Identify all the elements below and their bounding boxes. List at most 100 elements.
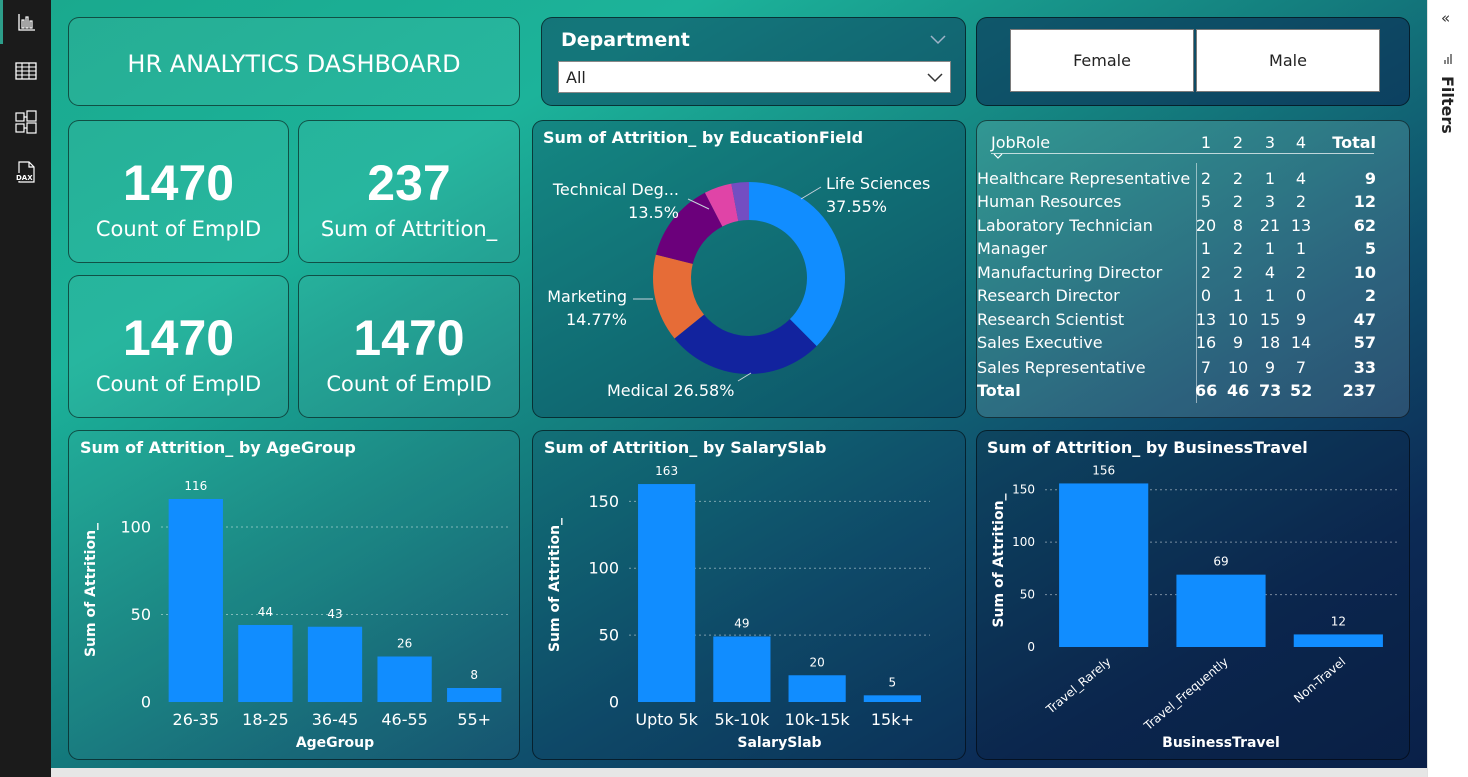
matrix-cell: 1 (1264, 286, 1276, 305)
matrix-cell: 2 (1295, 263, 1307, 282)
total-cell: 73 (1259, 381, 1282, 400)
total-column-header: Total (1332, 133, 1376, 152)
agegroup-chart-card[interactable]: Sum of Attrition_ by AgeGroup 0 50 100 116 2… (68, 430, 520, 760)
total-cell: 46 (1227, 381, 1250, 400)
matrix-cell: 4 (1295, 169, 1307, 188)
bar (447, 688, 502, 702)
matrix-cell: 0 (1200, 286, 1212, 305)
bar-data-label: 20 (809, 655, 824, 669)
bar-data-label: 69 (1213, 555, 1228, 569)
female-button[interactable]: Female (1010, 29, 1194, 92)
jobrole-row-label: Sales Representative (977, 358, 1146, 377)
sort-arrow-icon (993, 153, 1003, 159)
jobrole-matrix[interactable]: JobRole 1 2 3 4 Total Healthcare Representati… (976, 120, 1410, 418)
jobrole-row-label: Research Director (977, 286, 1120, 305)
dashboard-title: HR ANALYTICS DASHBOARD (127, 50, 461, 78)
x-tick-label: 36-45 (312, 710, 359, 729)
businesstravel-chart-card[interactable]: Sum of Attrition_ by BusinessTravel 0 50 1… (976, 430, 1410, 760)
jobrole-row-label: Manufacturing Director (977, 263, 1163, 282)
matrix-cell: 2 (1295, 192, 1307, 211)
salaryslab-bar-chart[interactable]: 0 50 100 150 163 Upto 5k 49 5k-10k 20 10k-15k 5 15k… (533, 431, 967, 761)
salaryslab-chart-card[interactable]: Sum of Attrition_ by SalarySlab 0 50 100 15… (532, 430, 966, 760)
bar-data-label: 44 (258, 605, 273, 619)
app-window: DAX HR ANALYTICS DASHBOARD Department Al… (0, 0, 1468, 777)
bar (863, 695, 921, 702)
x-tick-label: 5k-10k (714, 710, 770, 729)
kpi-value: 1470 (353, 310, 465, 366)
report-view-icon[interactable] (0, 0, 51, 44)
kpi-label: Count of EmpID (95, 372, 262, 396)
y-tick-label: 100 (120, 517, 151, 536)
donut-leader-line (737, 372, 752, 382)
dax-query-view-icon[interactable]: DAX (0, 150, 51, 194)
businesstravel-bar-chart[interactable]: 0 50 100 150 156 Travel_Rarely 69 Travel_Freque… (977, 431, 1411, 761)
total-row-label: Total (977, 381, 1021, 400)
row-total: 10 (1353, 263, 1376, 282)
bar (307, 626, 363, 702)
x-tick-label: 15k+ (871, 710, 914, 729)
matrix-cell: 4 (1264, 263, 1276, 282)
department-label: Department (561, 29, 690, 51)
y-axis-title: Sum of Attrition_ (547, 518, 563, 652)
chevron-down-icon[interactable] (929, 33, 947, 45)
matrix-cell: 13 (1290, 216, 1312, 235)
filters-pane[interactable]: « Filters (1427, 0, 1468, 777)
column-header: 4 (1295, 133, 1307, 152)
bar (713, 636, 771, 702)
y-tick-label: 50 (131, 605, 151, 624)
bar (1176, 574, 1266, 647)
svg-text:DAX: DAX (16, 174, 33, 182)
matrix-cell: 21 (1259, 216, 1281, 235)
jobrole-header[interactable]: JobRole (991, 132, 1050, 154)
department-slicer: Department All (541, 17, 966, 106)
matrix-cell: 0 (1295, 286, 1307, 305)
department-dropdown[interactable]: All (558, 61, 951, 93)
x-tick-label: Non-Travel (1291, 655, 1348, 706)
matrix-cell: 2 (1232, 192, 1244, 211)
bottom-scrollbar[interactable] (51, 768, 1427, 777)
kpi-card-emp-count-3: 1470 Count of EmpID (298, 275, 520, 418)
bar-data-label: 5 (889, 675, 897, 689)
matrix-cell: 10 (1227, 358, 1249, 377)
x-tick-label: 10k-15k (785, 710, 851, 729)
education-donut-card[interactable]: Sum of Attrition_ by EducationField Life… (532, 120, 966, 418)
matrix-cell: 1 (1264, 239, 1276, 258)
table-view-icon[interactable] (0, 49, 51, 93)
model-view-icon[interactable] (0, 100, 51, 144)
x-axis-title: BusinessTravel (1162, 735, 1280, 751)
bar-data-label: 116 (184, 479, 207, 493)
matrix-cell: 5 (1200, 192, 1212, 211)
collapse-icon[interactable]: « (1441, 9, 1450, 27)
filter-funnel-icon (1444, 54, 1452, 64)
x-tick-label: 55+ (457, 710, 491, 729)
bar (1293, 634, 1383, 647)
row-total: 2 (1364, 286, 1376, 305)
y-tick-label: 100 (1012, 535, 1035, 549)
total-cell: 66 (1195, 381, 1218, 400)
x-tick-label: 46-55 (381, 710, 428, 729)
y-tick-label: 50 (1020, 588, 1035, 602)
matrix-cell: 14 (1290, 333, 1312, 352)
bar (1059, 483, 1149, 647)
kpi-value: 237 (367, 155, 451, 211)
jobrole-row-label: Laboratory Technician (977, 216, 1153, 235)
y-axis-title: Sum of Attrition_ (83, 523, 99, 657)
jobrole-row-label: Sales Executive (977, 333, 1103, 352)
title-card: HR ANALYTICS DASHBOARD (68, 17, 520, 106)
bar-data-label: 26 (397, 637, 412, 651)
bar (377, 656, 432, 702)
matrix-cell: 7 (1295, 358, 1307, 377)
matrix-cell: 9 (1264, 358, 1276, 377)
filters-label[interactable]: Filters (1438, 76, 1457, 134)
bar-data-label: 43 (327, 607, 342, 621)
row-total: 33 (1353, 358, 1376, 377)
column-header: 1 (1200, 133, 1212, 152)
y-tick-label: 150 (1012, 483, 1035, 497)
education-donut-chart[interactable] (533, 121, 967, 419)
agegroup-bar-chart[interactable]: 0 50 100 116 26-35 44 18-25 43 36-45 26 46-55 8 55+ A… (69, 431, 521, 761)
jobrole-row-label: Manager (977, 239, 1048, 258)
male-button[interactable]: Male (1196, 29, 1380, 92)
column-header: 2 (1232, 133, 1244, 152)
department-selected-value: All (566, 68, 586, 87)
row-total: 9 (1364, 169, 1376, 188)
